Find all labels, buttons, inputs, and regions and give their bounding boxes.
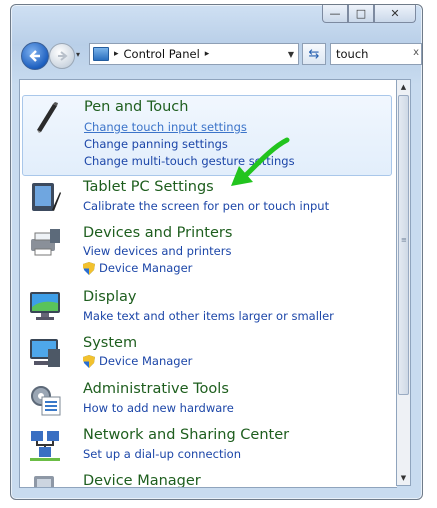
uac-shield-icon (83, 355, 95, 368)
address-bar[interactable]: ▸ Control Panel ▸ ▼ (89, 43, 299, 65)
result-title[interactable]: Device Manager (83, 473, 201, 487)
device-manager-icon (34, 476, 54, 487)
result-tablet-pc-settings: Tablet PC Settings Calibrate the screen … (22, 178, 392, 223)
network-icon (30, 431, 60, 461)
result-link[interactable]: Device Manager (99, 354, 192, 368)
result-title[interactable]: Devices and Printers (83, 225, 232, 241)
result-device-manager: Device Manager (22, 472, 392, 487)
refresh-icon: ⇆ (308, 46, 320, 62)
result-administrative-tools: Administrative Tools How to add new hard… (22, 380, 392, 425)
result-title[interactable]: System (83, 335, 137, 351)
result-link[interactable]: Change panning settings (84, 137, 228, 151)
vertical-scrollbar[interactable]: ▲ ≡ ▼ (396, 79, 411, 486)
pen-icon (37, 102, 58, 133)
result-title[interactable]: Network and Sharing Center (83, 427, 289, 443)
result-pen-and-touch: Pen and Touch Change touch input setting… (22, 95, 392, 176)
forward-button[interactable] (49, 43, 75, 69)
printer-icon (31, 229, 60, 256)
result-link[interactable]: Set up a dial-up connection (83, 447, 241, 461)
breadcrumb-separator-icon[interactable]: ▸ (205, 49, 210, 59)
annotation-arrow-icon (231, 137, 290, 186)
result-link[interactable]: Device Manager (99, 261, 192, 275)
result-link[interactable]: Calibrate the screen for pen or touch in… (83, 199, 329, 213)
control-panel-icon (93, 47, 109, 61)
result-devices-and-printers: Devices and Printers View devices and pr… (22, 224, 392, 282)
forward-arrow-icon (58, 51, 68, 61)
results-pane: Pen and Touch Change touch input setting… (19, 79, 397, 488)
result-network-and-sharing-center: Network and Sharing Center Set up a dial… (22, 426, 392, 471)
breadcrumb-separator-icon[interactable]: ▸ (114, 49, 119, 59)
result-title[interactable]: Tablet PC Settings (83, 179, 214, 195)
clear-search-icon[interactable]: x (413, 47, 419, 58)
result-system: System Device Manager (22, 334, 392, 379)
scroll-grip-icon: ≡ (401, 236, 407, 244)
result-link[interactable]: Make text and other items larger or smal… (83, 309, 334, 323)
scrollbar-thumb[interactable]: ≡ (398, 95, 409, 395)
uac-shield-icon (83, 262, 95, 275)
scroll-up-arrow-icon[interactable]: ▲ (397, 80, 410, 94)
scroll-down-arrow-icon[interactable]: ▼ (397, 471, 410, 485)
search-text: touch (336, 47, 369, 61)
tablet-icon (32, 183, 61, 211)
breadcrumb-control-panel[interactable]: Control Panel (124, 47, 200, 61)
result-title[interactable]: Administrative Tools (83, 381, 229, 397)
caption-buttons: — □ ✕ (322, 5, 416, 23)
result-link[interactable]: How to add new hardware (83, 401, 234, 415)
result-title[interactable]: Display (83, 289, 136, 305)
back-arrow-icon (29, 50, 40, 62)
maximize-button[interactable]: □ (348, 5, 374, 23)
navigation-toolbar: ▾ ▸ Control Panel ▸ ▼ ⇆ touch x (18, 40, 422, 70)
recent-pages-dropdown[interactable]: ▾ (76, 50, 80, 59)
search-input[interactable]: touch x (330, 43, 422, 65)
back-button[interactable] (21, 42, 49, 70)
result-display: Display Make text and other items larger… (22, 288, 392, 333)
close-button[interactable]: ✕ (374, 5, 416, 23)
result-link[interactable]: Change touch input settings (84, 120, 247, 134)
monitor-icon (30, 292, 60, 320)
refresh-button[interactable]: ⇆ (302, 43, 326, 65)
minimize-button[interactable]: — (322, 5, 348, 23)
result-link[interactable]: View devices and printers (83, 244, 231, 258)
admin-tools-icon (31, 386, 61, 416)
system-icon (30, 339, 60, 367)
result-title[interactable]: Pen and Touch (84, 99, 188, 115)
chevron-down-icon[interactable]: ▼ (288, 50, 294, 59)
